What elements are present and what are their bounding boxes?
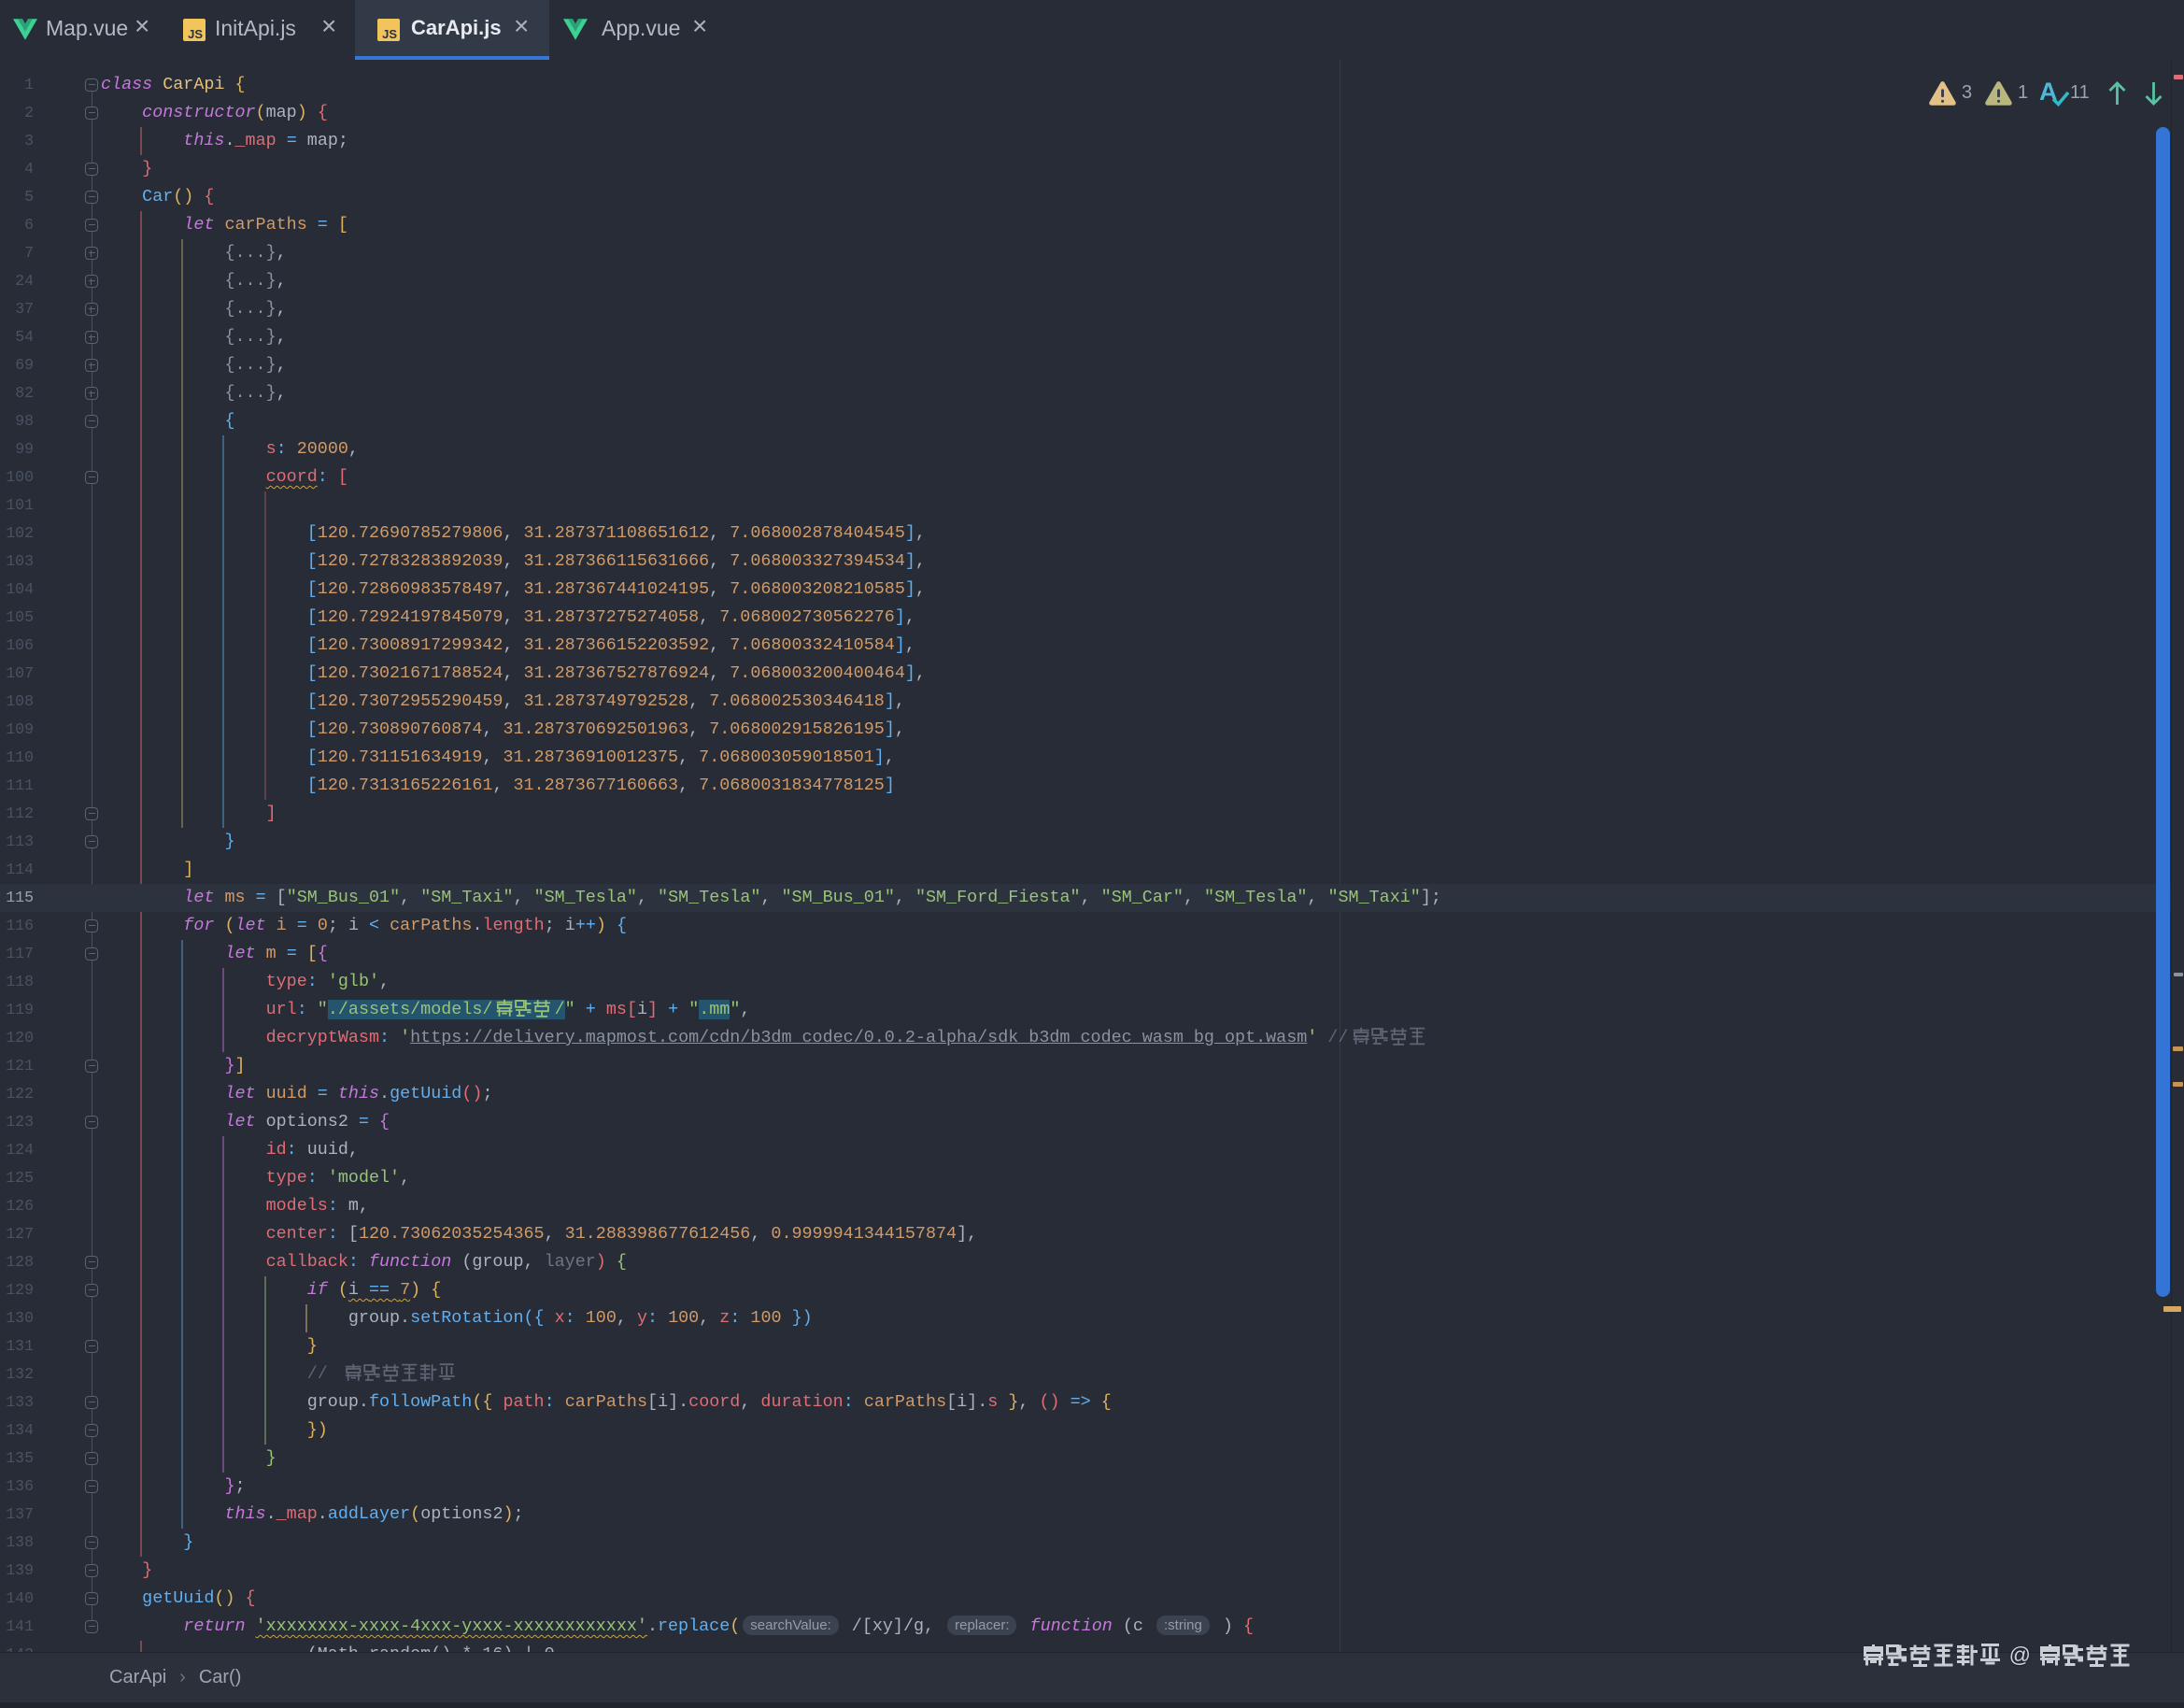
svg-text:JS: JS <box>382 27 397 41</box>
svg-text:JS: JS <box>188 27 203 41</box>
